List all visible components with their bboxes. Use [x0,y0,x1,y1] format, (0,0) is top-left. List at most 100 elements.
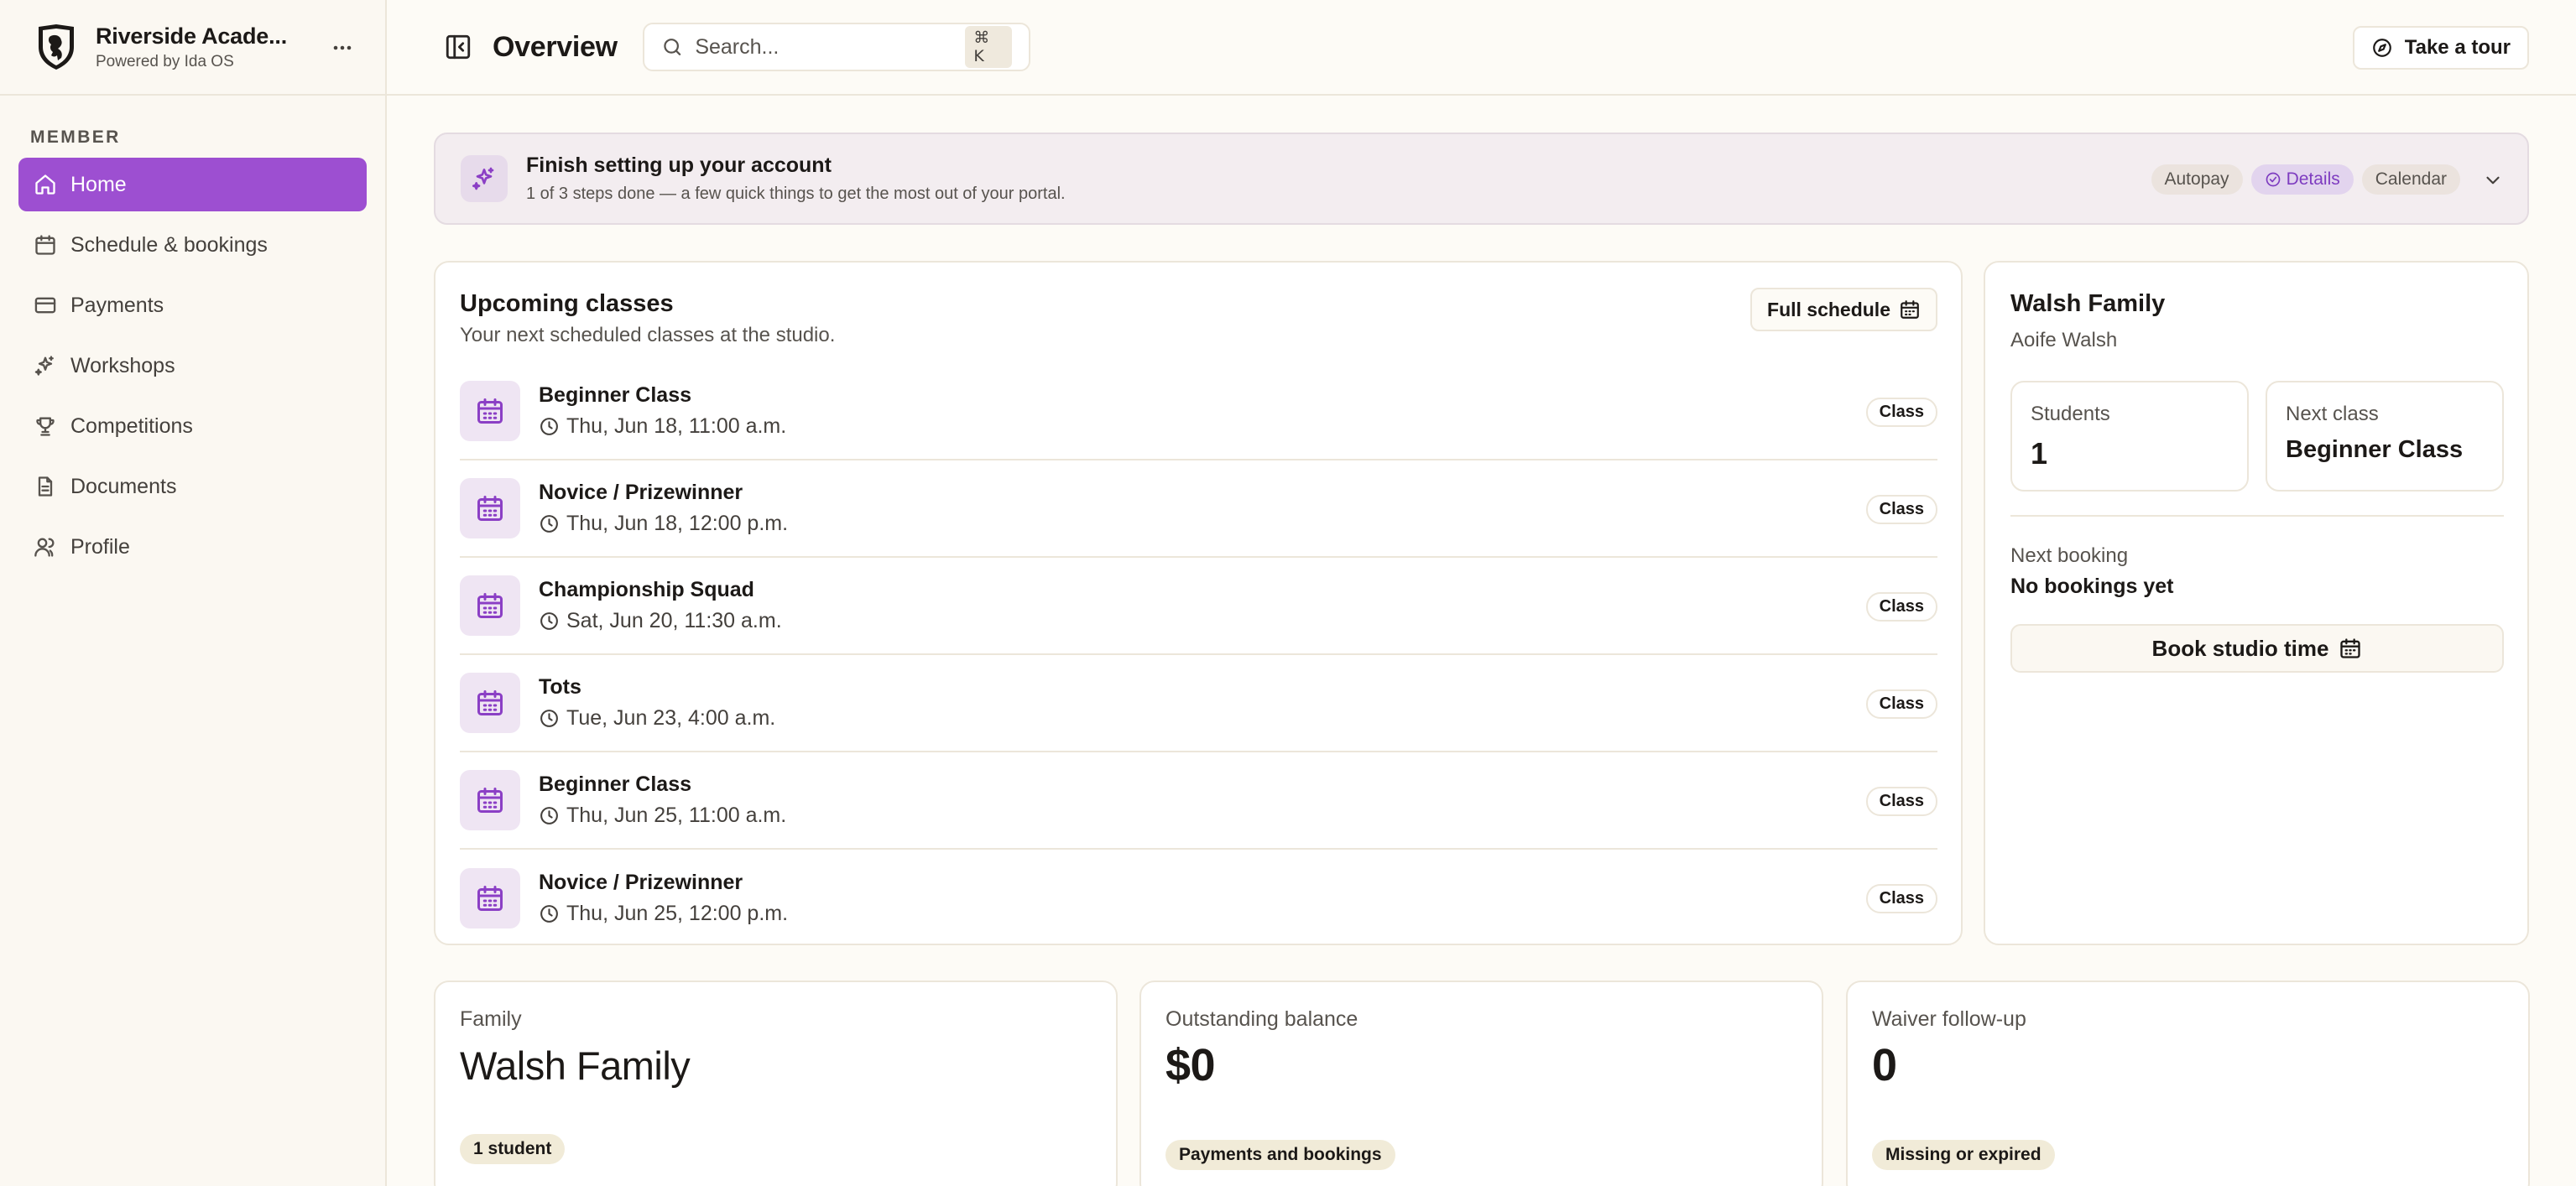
upcoming-classes-card: Upcoming classes Your next scheduled cla… [434,261,1963,945]
sidebar-item-label: Profile [70,534,130,559]
class-name: Championship Squad [539,578,754,601]
setup-badge [461,155,508,202]
sidebar-item-label: Schedule & bookings [70,232,268,257]
sparkle-icon [472,167,494,190]
next-class-label: Next class [2286,403,2379,425]
search-input[interactable] [695,34,966,60]
class-row[interactable]: Championship Squad Sat, Jun 20, 11:30 a.m… [460,558,1937,655]
calendar-icon [477,788,503,813]
home-icon [35,174,55,195]
sidebar-item-label: Competitions [70,414,193,438]
class-time-text: Thu, Jun 25, 11:00 a.m. [566,804,787,827]
calendar-icon [35,235,55,255]
trophy-icon [36,417,55,436]
class-name: Beginner Class [539,772,692,796]
stat-value: $0 [1165,1040,1216,1090]
family-title: Walsh Family [2010,290,2166,317]
setup-step-calendar[interactable]: Calendar [2361,164,2460,195]
check-circle-icon [2266,172,2280,187]
class-time: Thu, Jun 25, 12:00 p.m. [539,902,788,926]
stat-value: 0 [1872,1040,1897,1090]
book-studio-time-button[interactable]: Book studio time [2010,624,2504,673]
search-shortcut: ⌘ K [965,26,1012,68]
setup-step-details[interactable]: Details [2250,164,2354,195]
class-calendar-tile [460,381,520,441]
class-calendar-tile [460,673,520,733]
class-name: Beginner Class [539,383,692,407]
upcoming-subtitle: Your next scheduled classes at the studi… [460,324,836,346]
class-badge: Class [1865,398,1937,427]
stat-label: Family [460,1007,522,1031]
setup-subtitle: 1 of 3 steps done — a few quick things t… [526,185,1066,203]
class-list: Beginner Class Thu, Jun 18, 11:00 a.m. Cla… [460,363,1937,947]
sidebar-toggle-icon[interactable] [444,33,472,61]
book-studio-label: Book studio time [2151,635,2329,661]
sidebar-item-label: Home [70,172,127,196]
class-time: Tue, Jun 23, 4:00 a.m. [539,706,775,731]
sidebar-item-workshops[interactable]: Workshops [18,339,367,393]
shield-logo-icon [39,24,74,70]
sparkle-icon [34,356,54,376]
class-row[interactable]: Beginner Class Thu, Jun 25, 11:00 a.m. Cla… [460,752,1937,850]
calendar-icon [477,690,503,715]
users-icon [34,538,55,557]
class-badge: Class [1865,495,1937,524]
clock-icon [540,905,558,923]
sidebar-item-home[interactable]: Home [18,158,367,211]
sidebar-section-label: MEMBER [30,127,121,147]
students-stat: Students 1 [2010,381,2249,492]
upcoming-title: Upcoming classes [460,290,674,317]
class-row[interactable]: Novice / Prizewinner Thu, Jun 18, 12:00 p… [460,460,1937,558]
search-box[interactable]: ⌘ K [642,23,1030,71]
credit-card-icon [34,297,56,314]
next-class-stat: Next class Beginner Class [2266,381,2504,492]
class-time-text: Thu, Jun 25, 12:00 p.m. [566,902,789,925]
compass-icon [2372,39,2391,57]
class-time: Thu, Jun 25, 11:00 a.m. [539,804,786,828]
class-calendar-tile [460,770,520,830]
setup-step-autopay[interactable]: Autopay [2151,164,2243,195]
clock-icon [540,515,558,533]
class-time-text: Sat, Jun 20, 11:30 a.m. [566,609,782,632]
setup-step-label: Autopay [2164,169,2229,189]
calendar-icon [477,398,503,424]
family-stat-card: Family Walsh Family 1 student [434,981,1118,1186]
class-row[interactable]: Novice / Prizewinner Thu, Jun 25, 12:00 p… [460,850,1937,947]
search-icon [664,39,681,55]
full-schedule-button[interactable]: Full schedule [1750,288,1937,331]
sidebar-item-profile[interactable]: Profile [18,520,367,574]
more-horizontal-icon[interactable] [330,35,355,60]
chevron-down-icon[interactable] [2482,169,2504,191]
setup-banner[interactable]: Finish setting up your account 1 of 3 st… [434,133,2529,225]
sidebar-item-documents[interactable]: Documents [18,460,367,513]
clock-icon [540,807,558,824]
sidebar-item-label: Payments [70,293,164,317]
class-row[interactable]: Tots Tue, Jun 23, 4:00 a.m. Class [460,655,1937,752]
class-name: Novice / Prizewinner [539,871,743,894]
next-booking-label: Next booking [2010,544,2129,567]
class-name: Novice / Prizewinner [539,481,743,504]
divider [2010,515,2504,517]
sidebar-item-payments[interactable]: Payments [18,278,367,332]
next-class-value: Beginner Class [2286,436,2464,463]
sidebar-item-label: Documents [70,474,177,498]
brand-header[interactable]: Riverside Acade... Powered by Ida OS [0,0,385,96]
document-icon [38,476,53,497]
students-value: 1 [2031,436,2048,471]
class-time-text: Thu, Jun 18, 11:00 a.m. [566,414,787,438]
setup-step-label: Details [2286,169,2340,189]
calendar-icon [477,496,503,521]
calendar-icon [477,593,503,618]
stat-pill: 1 student [460,1134,566,1164]
class-badge: Class [1865,787,1937,816]
clock-icon [540,612,558,630]
brand-powered-by: Powered by Ida OS [96,52,234,70]
sidebar-item-competitions[interactable]: Competitions [18,399,367,453]
class-time-text: Thu, Jun 18, 12:00 p.m. [566,512,789,535]
class-row[interactable]: Beginner Class Thu, Jun 18, 11:00 a.m. Cla… [460,363,1937,460]
sidebar-item-schedule[interactable]: Schedule & bookings [18,218,367,272]
calendar-icon [477,886,503,911]
page-title: Overview [493,30,618,63]
brand-name: Riverside Acade... [96,23,288,49]
take-tour-button[interactable]: Take a tour [2352,26,2529,70]
